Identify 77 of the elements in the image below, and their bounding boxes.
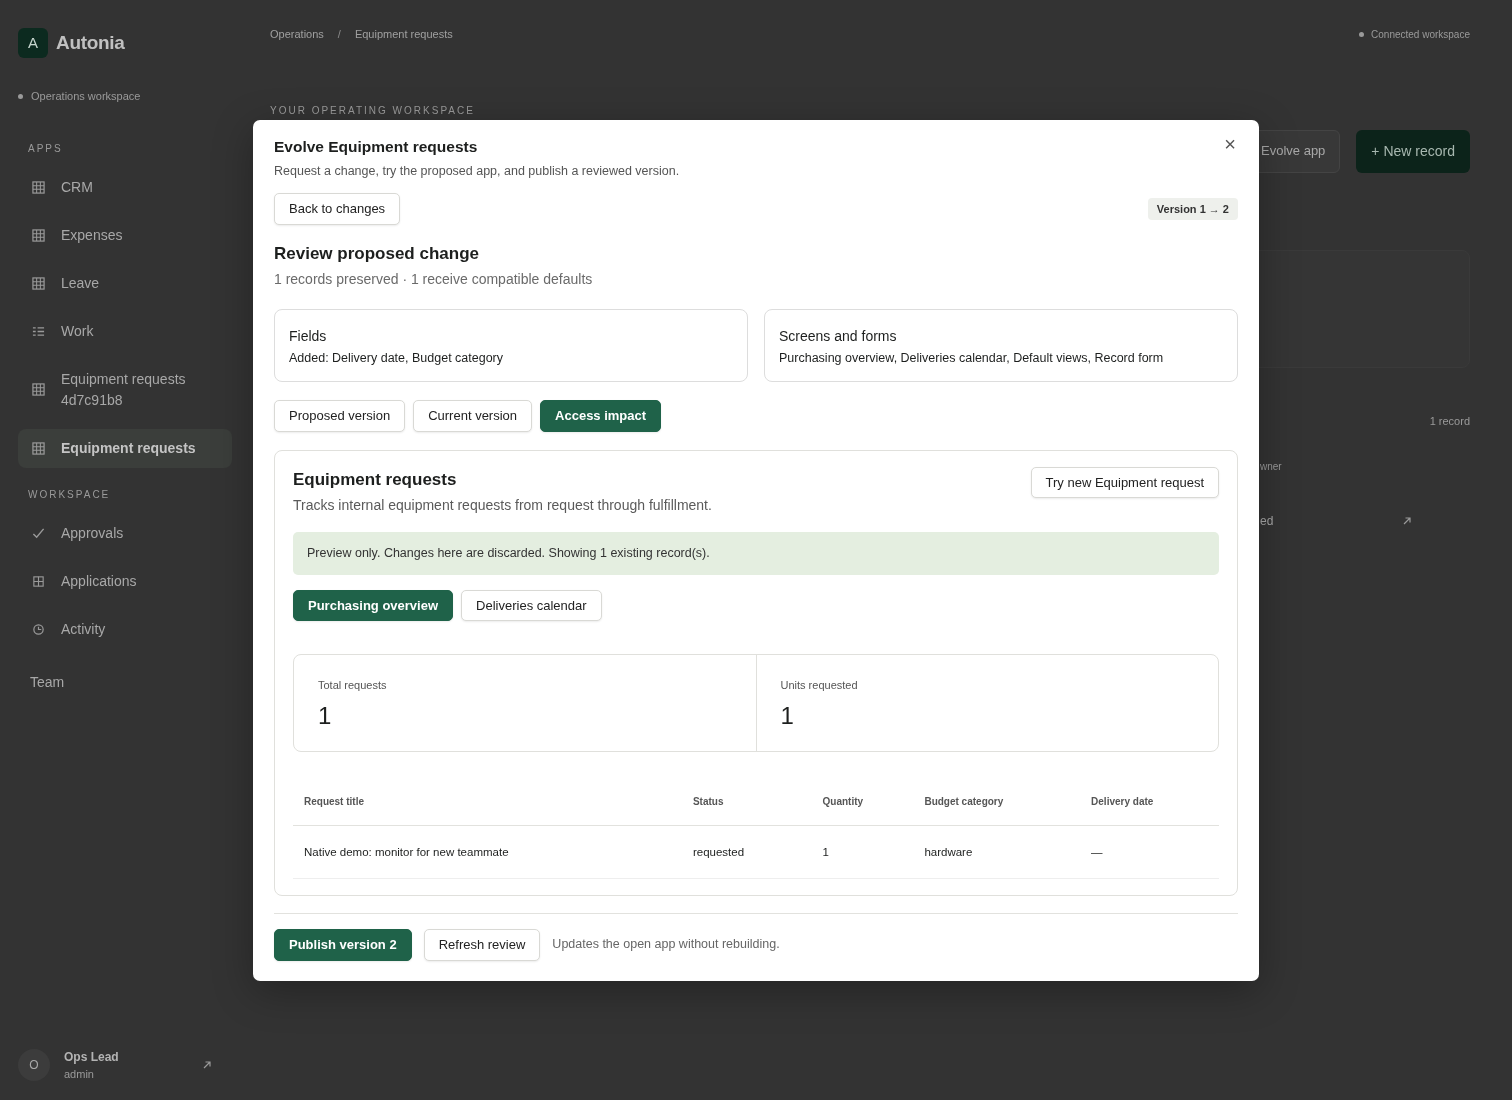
sidebar-item[interactable]: Approvals <box>18 513 232 553</box>
sidebar-item[interactable]: Activity <box>18 609 232 649</box>
column-header: Budget category <box>913 779 1081 826</box>
view-tab[interactable]: Proposed version <box>274 400 406 432</box>
table-cell: requested <box>681 825 812 879</box>
status-dot <box>1359 31 1365 37</box>
section-title: Review proposed change <box>274 242 480 265</box>
grid-icon <box>32 276 45 290</box>
modal-title: Evolve Equipment requests <box>274 138 479 157</box>
sidebar-item[interactable]: Leave <box>18 263 232 303</box>
sidebar-item[interactable]: Expenses <box>18 215 232 255</box>
arrow-icon <box>202 1059 212 1070</box>
review-summary: 1 records preserved · 1 receive compatible defaults <box>274 270 594 290</box>
view-tab[interactable]: Access impact <box>540 400 662 432</box>
connection-status: Connected workspace <box>1371 27 1470 42</box>
card-title: Screens and forms <box>779 327 898 347</box>
preview-notice: Preview only. Changes here are discarded. Showing 1 existing record(s). <box>293 532 1219 575</box>
breadcrumb-item[interactable]: Operations <box>270 26 324 43</box>
metric-value: 1 <box>780 702 795 731</box>
preview-description: Tracks internal equipment requests from request through fulfillment. <box>293 496 712 516</box>
user-name: Ops Lead <box>64 1048 119 1066</box>
table-cell: — <box>1080 825 1219 879</box>
list-icon <box>32 324 45 338</box>
new-record-button[interactable]: + New record <box>1356 129 1470 173</box>
grid-icon <box>32 441 45 455</box>
table-cell: Native demo: monitor for new teammate <box>293 825 682 879</box>
eyebrow-label: YOUR OPERATING WORKSPACE <box>270 103 476 118</box>
screen-tab[interactable]: Purchasing overview <box>293 589 454 622</box>
brand-name: Autonia <box>56 30 125 55</box>
sidebar-item[interactable]: Work <box>18 311 232 351</box>
try-button[interactable]: Try new Equipment request <box>1030 466 1219 499</box>
section-heading: WORKSPACE <box>28 487 112 502</box>
screen-tab[interactable]: Deliveries calendar <box>461 589 602 622</box>
record-count: 1 record <box>1429 414 1470 429</box>
grid-icon <box>32 383 45 396</box>
breadcrumb-separator: / <box>337 27 341 42</box>
back-button[interactable]: Back to changes <box>274 193 401 225</box>
close-button[interactable]: × <box>1222 134 1238 154</box>
metric-value: 1 <box>318 702 333 731</box>
sidebar-item[interactable]: Applications <box>18 561 232 601</box>
column-header: Quantity <box>811 779 914 826</box>
arrow-icon <box>1402 516 1412 526</box>
breadcrumb-item[interactable]: Equipment requests <box>354 26 453 43</box>
column-header: Delivery date <box>1080 779 1219 826</box>
column-header: Request title <box>293 779 682 826</box>
card-text: Added: Delivery date, Budget category <box>289 350 505 368</box>
table-cell: 1 <box>811 825 914 879</box>
grid-icon <box>32 228 45 242</box>
card-title: Fields <box>289 327 328 347</box>
view-tab[interactable]: Current version <box>413 400 533 432</box>
card-text: Purchasing overview, Deliveries calendar, Default views, Record form <box>779 350 1165 368</box>
sidebar-item[interactable]: CRM <box>18 167 232 207</box>
workspace-label: Operations workspace <box>31 89 141 104</box>
status-dot <box>18 93 23 99</box>
logo-icon: A <box>18 28 48 58</box>
version-badge: Version 1 → 2 <box>1147 197 1238 221</box>
section-heading: APPS <box>28 141 64 156</box>
grid-icon <box>32 180 45 194</box>
sidebar-item[interactable]: Equipment requests <box>18 428 232 468</box>
table-cell-text: ed <box>1260 513 1274 530</box>
modal-subtitle: Request a change, try the proposed app, and publish a reviewed version. <box>274 162 680 180</box>
metric-label: Units requested <box>780 678 859 694</box>
column-header: wner <box>1260 460 1282 474</box>
preview-title: Equipment requests <box>293 468 458 491</box>
user-role: admin <box>64 1066 95 1082</box>
team-link[interactable]: Team <box>30 671 220 693</box>
sidebar-item[interactable]: Equipment requests 4d7c91b8 <box>18 359 232 420</box>
column-header: Status <box>681 779 812 826</box>
metric-label: Total requests <box>318 678 388 694</box>
footer-note: Updates the open app without rebuilding. <box>552 936 780 954</box>
check-icon <box>32 526 45 540</box>
publish-button[interactable]: Publish version 2 <box>274 929 412 961</box>
grid-icon <box>32 574 45 588</box>
refresh-button[interactable]: Refresh review <box>423 929 541 961</box>
table-cell: hardware <box>913 825 1081 879</box>
avatar: O <box>18 1048 50 1081</box>
clock-icon <box>32 622 45 636</box>
